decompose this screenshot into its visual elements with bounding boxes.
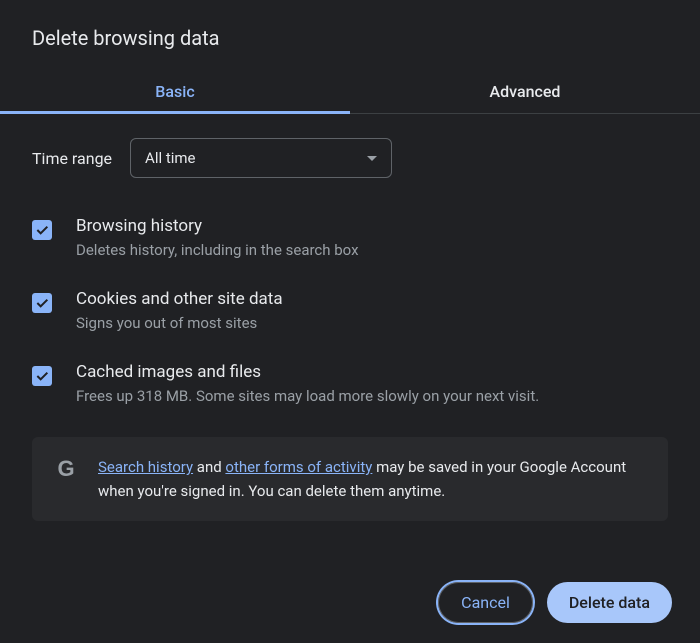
delete-data-button[interactable]: Delete data: [547, 582, 672, 623]
option-desc: Signs you out of most sites: [76, 313, 668, 334]
option-text: Browsing history Deletes history, includ…: [76, 216, 668, 261]
cancel-button[interactable]: Cancel: [438, 582, 533, 623]
dialog-title: Delete browsing data: [0, 0, 700, 68]
check-icon: [34, 295, 50, 311]
search-history-link[interactable]: Search history: [98, 458, 193, 476]
time-range-row: Time range All time: [0, 114, 700, 196]
option-cache: Cached images and files Frees up 318 MB.…: [32, 348, 668, 421]
check-icon: [34, 222, 50, 238]
chevron-down-icon: [367, 156, 377, 161]
google-info-box: G Search history and other forms of acti…: [32, 437, 668, 521]
check-icon: [34, 368, 50, 384]
option-title: Cookies and other site data: [76, 289, 668, 309]
checkbox-cookies[interactable]: [32, 293, 52, 313]
other-activity-link[interactable]: other forms of activity: [225, 458, 372, 476]
option-cookies: Cookies and other site data Signs you ou…: [32, 275, 668, 348]
dialog-actions: Cancel Delete data: [438, 582, 672, 623]
options-list: Browsing history Deletes history, includ…: [0, 196, 700, 421]
tab-advanced[interactable]: Advanced: [350, 68, 700, 113]
time-range-value: All time: [145, 149, 195, 167]
option-text: Cookies and other site data Signs you ou…: [76, 289, 668, 334]
delete-browsing-data-dialog: Delete browsing data Basic Advanced Time…: [0, 0, 700, 643]
option-title: Browsing history: [76, 216, 668, 236]
option-title: Cached images and files: [76, 362, 668, 382]
tab-basic[interactable]: Basic: [0, 68, 350, 113]
time-range-select[interactable]: All time: [130, 138, 392, 178]
time-range-label: Time range: [32, 149, 112, 168]
checkbox-browsing-history[interactable]: [32, 220, 52, 240]
info-text: Search history and other forms of activi…: [98, 455, 646, 503]
option-text: Cached images and files Frees up 318 MB.…: [76, 362, 668, 407]
option-desc: Frees up 318 MB. Some sites may load mor…: [76, 386, 668, 407]
tabs: Basic Advanced: [0, 68, 700, 114]
option-browsing-history: Browsing history Deletes history, includ…: [32, 202, 668, 275]
google-icon: G: [54, 457, 78, 481]
checkbox-cache[interactable]: [32, 366, 52, 386]
option-desc: Deletes history, including in the search…: [76, 240, 668, 261]
